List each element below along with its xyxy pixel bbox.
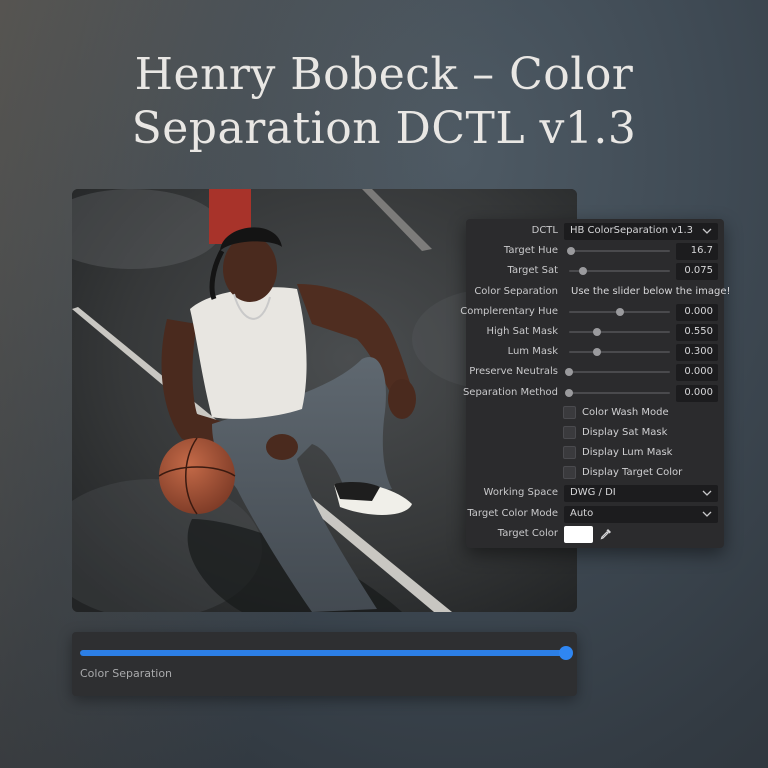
- color-wash-mode-label: Color Wash Mode: [582, 406, 669, 418]
- target-color-swatch[interactable]: [564, 525, 593, 543]
- dctl-dropdown[interactable]: HB ColorSeparation v1.3: [564, 223, 718, 240]
- separation-method-slider[interactable]: [565, 388, 670, 397]
- target-sat-slider[interactable]: [569, 267, 670, 276]
- eyedropper-icon[interactable]: [599, 527, 613, 541]
- display-sat-mask-label: Display Sat Mask: [582, 426, 668, 438]
- high-sat-mask-row: High Sat Mask 0.550: [466, 322, 724, 342]
- chevron-down-icon: [702, 228, 712, 234]
- preserve-neutrals-label: Preserve Neutrals: [469, 366, 558, 378]
- display-target-color-label: Display Target Color: [582, 467, 683, 479]
- color-separation-slider-panel: Color Separation: [72, 632, 577, 696]
- slider-thumb[interactable]: [567, 247, 576, 256]
- complementary-hue-slider[interactable]: [569, 307, 670, 316]
- display-sat-mask-row: Display Sat Mask: [466, 423, 724, 443]
- display-lum-mask-row: Display Lum Mask: [466, 443, 724, 463]
- display-lum-mask-checkbox[interactable]: [563, 446, 576, 460]
- page-title: Henry Bobeck – Color Separation DCTL v1.…: [0, 48, 768, 156]
- working-space-row: Working Space DWG / DI: [466, 483, 724, 503]
- working-space-label: Working Space: [483, 487, 558, 499]
- complementary-hue-field[interactable]: 0.000: [676, 303, 718, 321]
- target-hue-label: Target Hue: [503, 245, 558, 257]
- dctl-label: DCTL: [531, 225, 558, 236]
- color-separation-slider[interactable]: [80, 646, 573, 660]
- high-sat-mask-field[interactable]: 0.550: [676, 323, 718, 341]
- target-color-mode-dropdown[interactable]: Auto: [564, 505, 718, 523]
- working-space-dropdown[interactable]: DWG / DI: [564, 485, 718, 503]
- lum-mask-row: Lum Mask 0.300: [466, 342, 724, 362]
- preserve-neutrals-slider[interactable]: [565, 368, 670, 377]
- complementary-hue-label: Complerentary Hue: [460, 305, 558, 317]
- target-color-label: Target Color: [497, 527, 558, 539]
- slider-thumb[interactable]: [559, 646, 573, 660]
- title-line-2: Separation DCTL v1.3: [131, 103, 637, 154]
- target-sat-label: Target Sat: [507, 265, 558, 277]
- working-space-value: DWG / DI: [570, 487, 616, 499]
- color-separation-row: Color Separation Use the slider below th…: [466, 282, 730, 302]
- target-sat-row: Target Sat 0.075: [466, 261, 724, 281]
- target-color-mode-label: Target Color Mode: [467, 507, 558, 519]
- target-color-mode-value: Auto: [570, 507, 594, 519]
- target-hue-field[interactable]: 16.7: [676, 243, 718, 261]
- slider-thumb[interactable]: [565, 388, 573, 397]
- target-hue-slider[interactable]: [567, 247, 670, 256]
- high-sat-mask-label: High Sat Mask: [486, 325, 559, 337]
- display-target-color-checkbox[interactable]: [563, 466, 576, 480]
- preserve-neutrals-field[interactable]: 0.000: [676, 364, 718, 382]
- separation-method-field[interactable]: 0.000: [676, 384, 718, 402]
- dctl-value: HB ColorSeparation v1.3: [570, 225, 694, 236]
- display-target-color-row: Display Target Color: [466, 463, 724, 483]
- title-line-1: Henry Bobeck – Color: [134, 49, 634, 100]
- color-separation-slider-label: Color Separation: [80, 667, 173, 680]
- lum-mask-slider[interactable]: [569, 348, 670, 357]
- color-wash-mode-row: Color Wash Mode: [466, 403, 724, 423]
- preserve-neutrals-row: Preserve Neutrals 0.000: [466, 362, 724, 382]
- color-separation-label: Color Separation: [474, 285, 558, 297]
- chevron-down-icon: [702, 511, 712, 517]
- target-color-row: Target Color: [466, 524, 724, 544]
- display-lum-mask-label: Display Lum Mask: [582, 447, 673, 459]
- complementary-hue-row: Complerentary Hue 0.000: [460, 302, 724, 322]
- color-separation-message: Use the slider below the image!: [571, 285, 731, 297]
- separation-method-row: Separation Method 0.000: [462, 383, 724, 403]
- dctl-panel: DCTL HB ColorSeparation v1.3 Target Hue …: [460, 219, 731, 548]
- slider-fill: [80, 650, 566, 656]
- dctl-row: DCTL HB ColorSeparation v1.3: [466, 221, 724, 241]
- slider-thumb[interactable]: [593, 348, 602, 357]
- color-wash-mode-checkbox[interactable]: [563, 405, 576, 419]
- target-hue-row: Target Hue 16.7: [466, 241, 724, 261]
- slider-thumb[interactable]: [593, 327, 602, 336]
- separation-method-label: Separation Method: [462, 386, 558, 398]
- slider-thumb[interactable]: [615, 307, 624, 316]
- high-sat-mask-slider[interactable]: [569, 327, 670, 336]
- chevron-down-icon: [702, 490, 712, 497]
- lum-mask-field[interactable]: 0.300: [676, 344, 718, 362]
- target-sat-field[interactable]: 0.075: [676, 263, 718, 281]
- lum-mask-label: Lum Mask: [507, 346, 558, 358]
- slider-thumb[interactable]: [579, 267, 588, 276]
- slider-thumb[interactable]: [565, 368, 573, 377]
- target-color-mode-row: Target Color Mode Auto: [466, 504, 724, 524]
- display-sat-mask-checkbox[interactable]: [563, 425, 576, 439]
